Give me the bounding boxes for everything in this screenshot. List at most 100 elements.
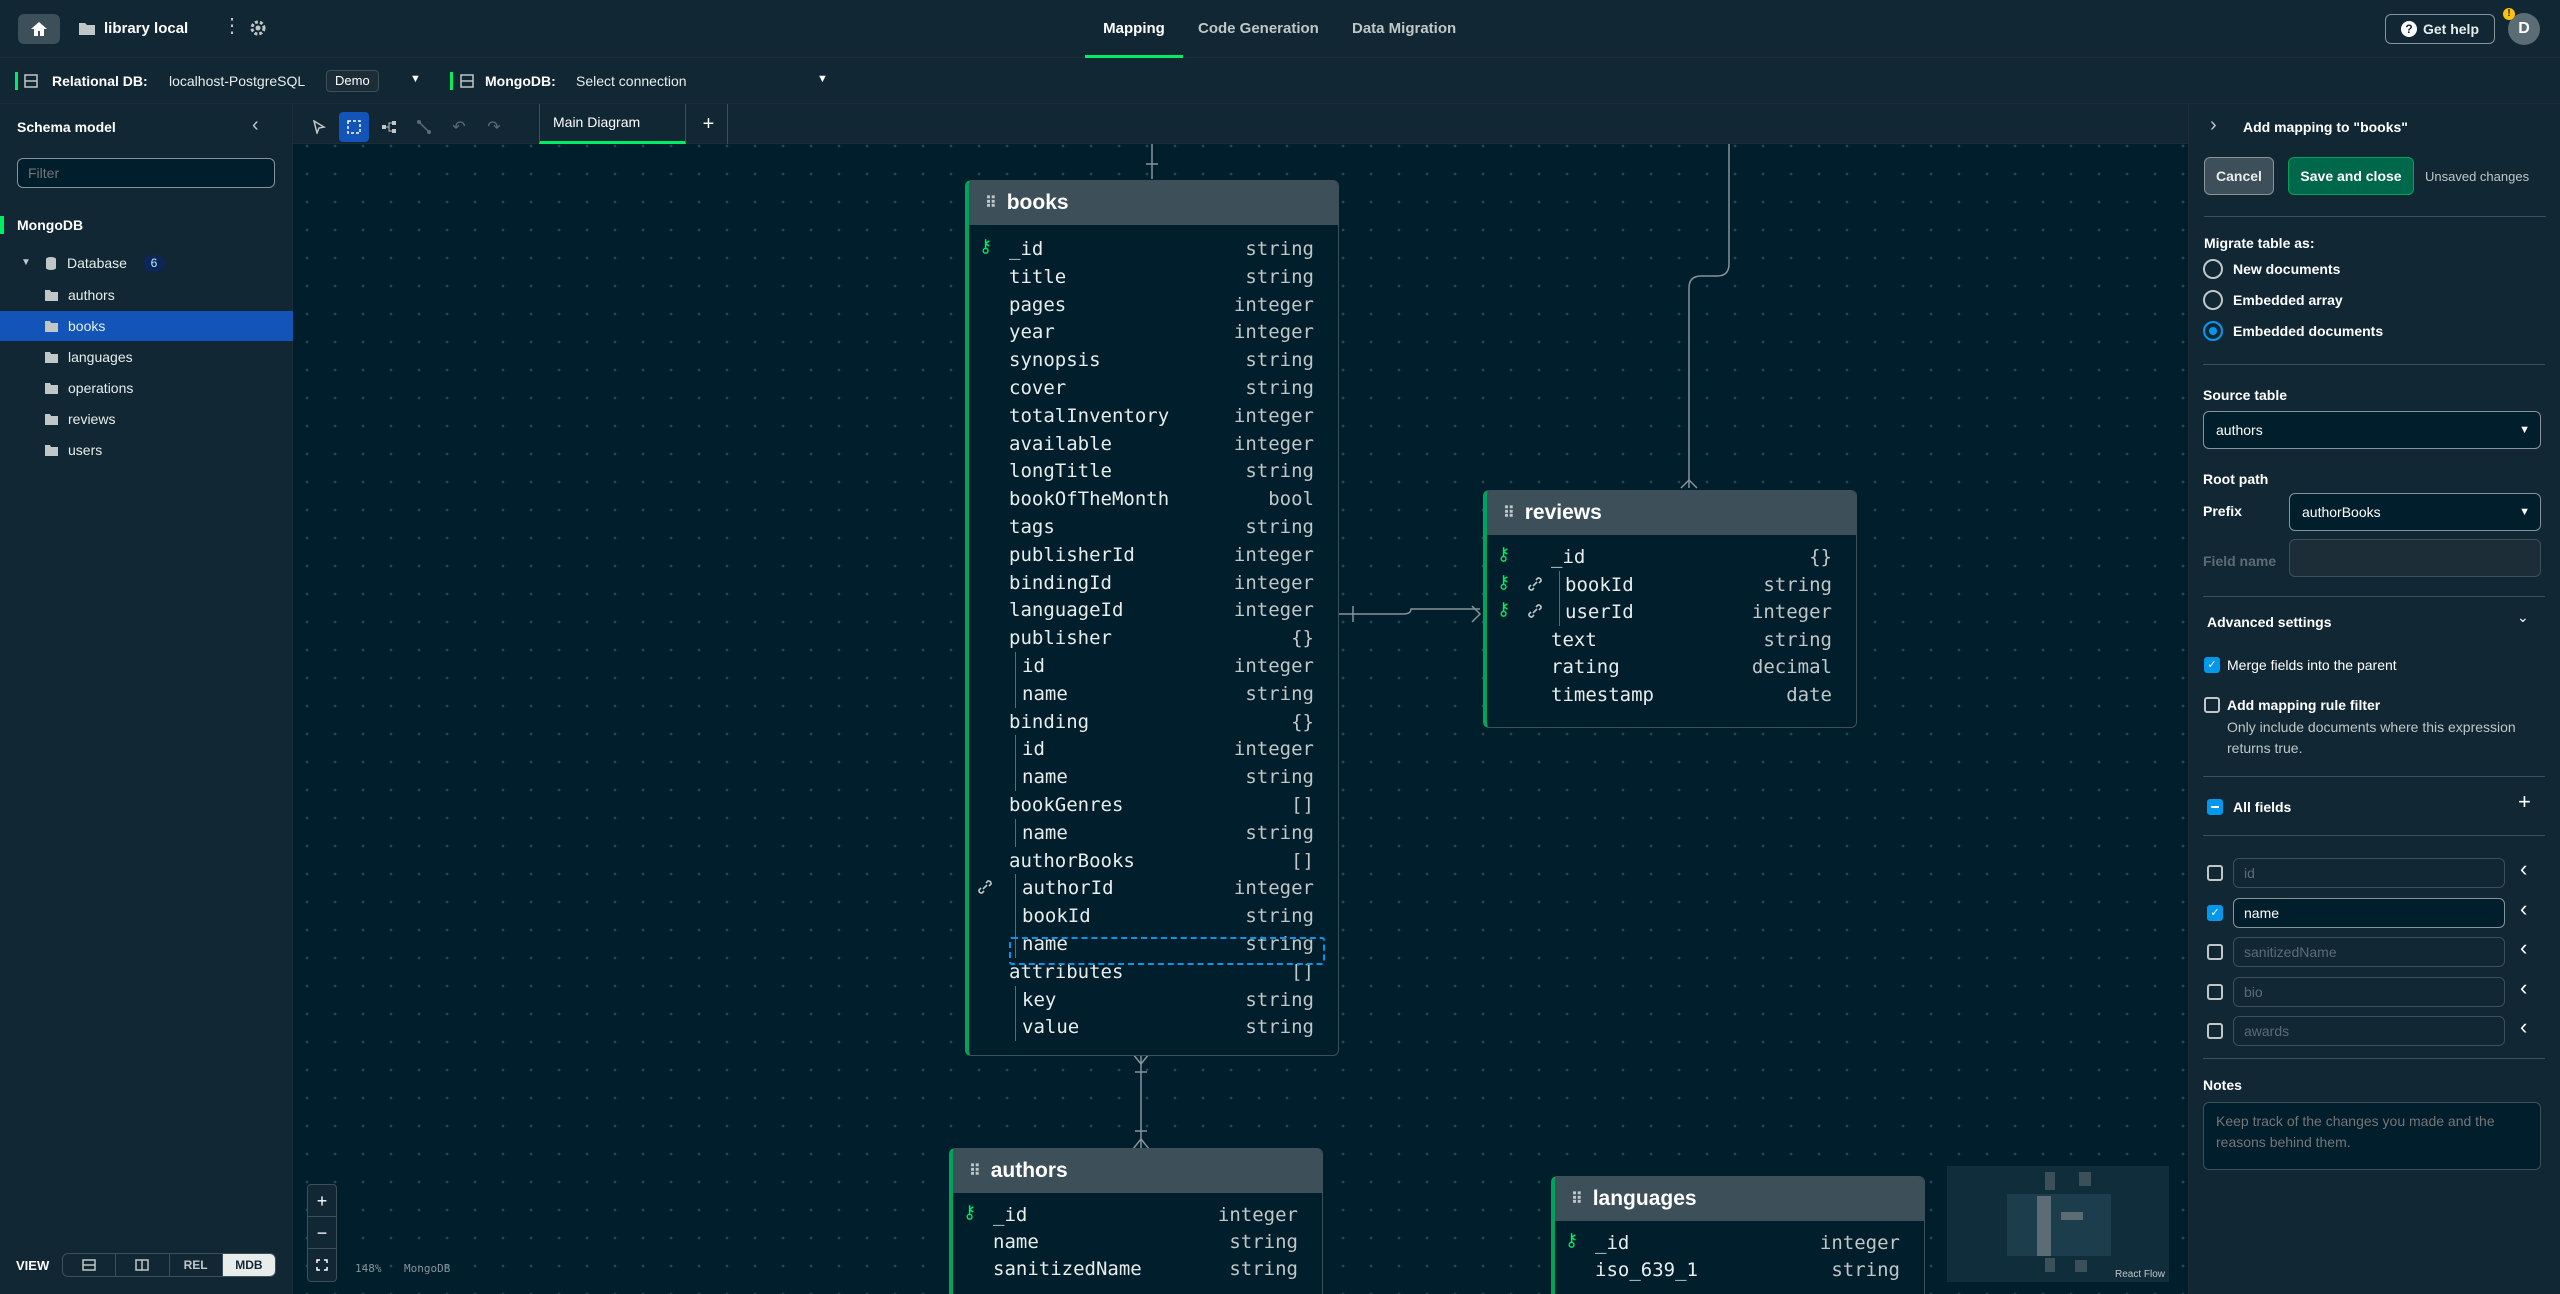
field-row-pages[interactable]: pages integer [969, 291, 1338, 319]
field-row-publisher[interactable]: publisher {} [969, 624, 1338, 652]
view-split-horizontal-button[interactable] [63, 1254, 117, 1276]
field-row-name[interactable]: name string [969, 679, 1338, 708]
get-help-button[interactable]: ? Get help [2385, 14, 2495, 44]
mapping-rule-filter-label[interactable]: Add mapping rule filter [2227, 697, 2380, 713]
field-row-synopsis[interactable]: synopsis string [969, 346, 1338, 374]
collapse-field-icon[interactable]: ‹ [2520, 975, 2527, 1001]
more-menu-icon[interactable]: ⋮ [222, 16, 242, 36]
table-reviews[interactable]: ⠿ reviews ⚷ _id {} ⚷ bookId string ⚷ userId integ… [1483, 490, 1857, 728]
table-authors[interactable]: ⠿ authors ⚷ _id integer name string sanitizedN… [949, 1148, 1323, 1294]
sidebar-item-authors[interactable]: authors [0, 280, 293, 310]
relational-db-value[interactable]: localhost-PostgreSQL [169, 58, 305, 104]
field-row-bookId[interactable]: ⚷ bookId string [1487, 570, 1856, 599]
radio-embedded-array-label[interactable]: Embedded array [2233, 292, 2343, 308]
field-row-year[interactable]: year integer [969, 318, 1338, 346]
relational-dropdown-icon[interactable]: ▼ [410, 73, 421, 85]
sidebar-item-books[interactable]: books [0, 311, 293, 341]
radio-new-documents-label[interactable]: New documents [2233, 261, 2340, 277]
tab-code-generation[interactable]: Code Generation [1198, 0, 1319, 58]
table-books[interactable]: ⠿ books ⚷ _id string title string pages integer… [965, 180, 1339, 1056]
home-button[interactable] [18, 14, 60, 44]
field-row-timestamp[interactable]: timestamp date [1487, 681, 1856, 709]
field-checkbox-sanitizedName[interactable] [2207, 944, 2223, 960]
field-row-title[interactable]: title string [969, 263, 1338, 291]
view-split-vertical-button[interactable] [116, 1254, 170, 1276]
field-row-_id[interactable]: ⚷ _id integer [1555, 1229, 1924, 1257]
field-row-key[interactable]: key string [969, 985, 1338, 1014]
mongodb-connection-select[interactable]: Select connection [576, 58, 687, 104]
tab-mapping[interactable]: Mapping [1085, 0, 1183, 58]
field-name-input-bio[interactable]: bio [2233, 976, 2505, 1007]
field-row-bookId[interactable]: bookId string [969, 902, 1338, 931]
sidebar-item-reviews[interactable]: reviews [0, 404, 293, 434]
sidebar-item-users[interactable]: users [0, 435, 293, 465]
database-node[interactable]: ▼ Database 6 [0, 248, 293, 278]
collapse-field-icon[interactable]: ‹ [2520, 856, 2527, 882]
field-name-input-id[interactable]: id [2233, 858, 2505, 888]
settings-gear-icon[interactable] [249, 19, 267, 37]
minimap[interactable]: React Flow [1947, 1166, 2169, 1282]
table-reviews-header[interactable]: ⠿ reviews [1487, 491, 1856, 535]
collapse-field-icon[interactable]: ‹ [2520, 896, 2527, 922]
notes-textarea[interactable] [2203, 1102, 2541, 1170]
field-checkbox-id[interactable] [2207, 865, 2223, 881]
field-row-longTitle[interactable]: longTitle string [969, 457, 1338, 485]
field-checkbox-bio[interactable] [2207, 983, 2223, 1000]
collapse-field-icon[interactable]: ‹ [2520, 1014, 2527, 1040]
tab-data-migration[interactable]: Data Migration [1352, 0, 1456, 58]
field-row-iso_639_1[interactable]: iso_639_1 string [1555, 1256, 1924, 1284]
field-row-name[interactable]: name string [969, 818, 1338, 847]
table-books-header[interactable]: ⠿ books [969, 181, 1338, 225]
field-name-input-name[interactable]: name [2233, 897, 2505, 928]
field-name-input-sanitizedName[interactable]: sanitizedName [2233, 937, 2505, 967]
field-row-tags[interactable]: tags string [969, 513, 1338, 541]
field-row-sanitizedName[interactable]: sanitizedName string [953, 1255, 1322, 1283]
field-row-publisherId[interactable]: publisherId integer [969, 541, 1338, 569]
merge-fields-checkbox[interactable]: ✓ [2204, 657, 2220, 673]
field-row-cover[interactable]: cover string [969, 374, 1338, 402]
field-row-name[interactable]: name string [953, 1228, 1322, 1256]
collapse-panel-icon[interactable]: › [2210, 114, 2217, 137]
table-authors-header[interactable]: ⠿ authors [953, 1149, 1322, 1193]
mongodb-dropdown-icon[interactable]: ▼ [817, 73, 828, 85]
add-field-icon[interactable]: + [2518, 789, 2531, 815]
field-row-name[interactable]: name string [969, 763, 1338, 792]
prefix-select[interactable]: authorBooks ▼ [2289, 493, 2541, 531]
collapse-field-icon[interactable]: ‹ [2520, 935, 2527, 961]
field-row-text[interactable]: text string [1487, 626, 1856, 654]
field-row-authorBooks[interactable]: authorBooks [] [969, 847, 1338, 875]
field-row-id[interactable]: id integer [969, 652, 1338, 680]
zoom-in-button[interactable]: + [308, 1185, 336, 1217]
source-table-select[interactable]: authors ▼ [2203, 411, 2541, 449]
all-fields-checkbox[interactable] [2207, 799, 2223, 815]
mapping-rule-filter-checkbox[interactable] [2204, 697, 2220, 713]
field-row-binding[interactable]: binding {} [969, 708, 1338, 736]
fit-view-button[interactable] [308, 1249, 336, 1281]
radio-new-documents[interactable] [2203, 259, 2223, 279]
field-row-value[interactable]: value string [969, 1013, 1338, 1042]
sidebar-item-operations[interactable]: operations [0, 373, 293, 403]
sidebar-item-languages[interactable]: languages [0, 342, 293, 372]
field-checkbox-awards[interactable] [2207, 1023, 2223, 1039]
diagram-canvas[interactable]: ↶ ↷ Main Diagram + ⠿ books ⚷ _id string titl… [293, 104, 2188, 1294]
collapse-sidebar-icon[interactable]: ‹ [252, 114, 259, 137]
field-row-bookGenres[interactable]: bookGenres [] [969, 791, 1338, 819]
table-languages-header[interactable]: ⠿ languages [1555, 1177, 1924, 1221]
field-row-rating[interactable]: rating decimal [1487, 653, 1856, 681]
field-row-bindingId[interactable]: bindingId integer [969, 569, 1338, 597]
advanced-chevron-icon[interactable]: ⌄ [2517, 609, 2529, 626]
project-name[interactable]: library local [104, 20, 188, 37]
radio-embedded-documents-label[interactable]: Embedded documents [2233, 323, 2383, 339]
field-row-_id[interactable]: ⚷ _id string [969, 235, 1338, 263]
filter-input[interactable] [17, 158, 275, 188]
save-and-close-button[interactable]: Save and close [2288, 157, 2414, 195]
advanced-settings-label[interactable]: Advanced settings [2207, 614, 2331, 630]
view-rel-button[interactable]: REL [170, 1254, 223, 1276]
field-row-userId[interactable]: ⚷ userId integer [1487, 598, 1856, 626]
field-row-available[interactable]: available integer [969, 430, 1338, 458]
field-name-input-awards[interactable]: awards [2233, 1016, 2505, 1046]
radio-embedded-array[interactable] [2203, 290, 2223, 310]
field-row-_id[interactable]: ⚷ _id integer [953, 1201, 1322, 1229]
cancel-button[interactable]: Cancel [2204, 157, 2274, 195]
merge-fields-label[interactable]: Merge fields into the parent [2227, 657, 2397, 673]
